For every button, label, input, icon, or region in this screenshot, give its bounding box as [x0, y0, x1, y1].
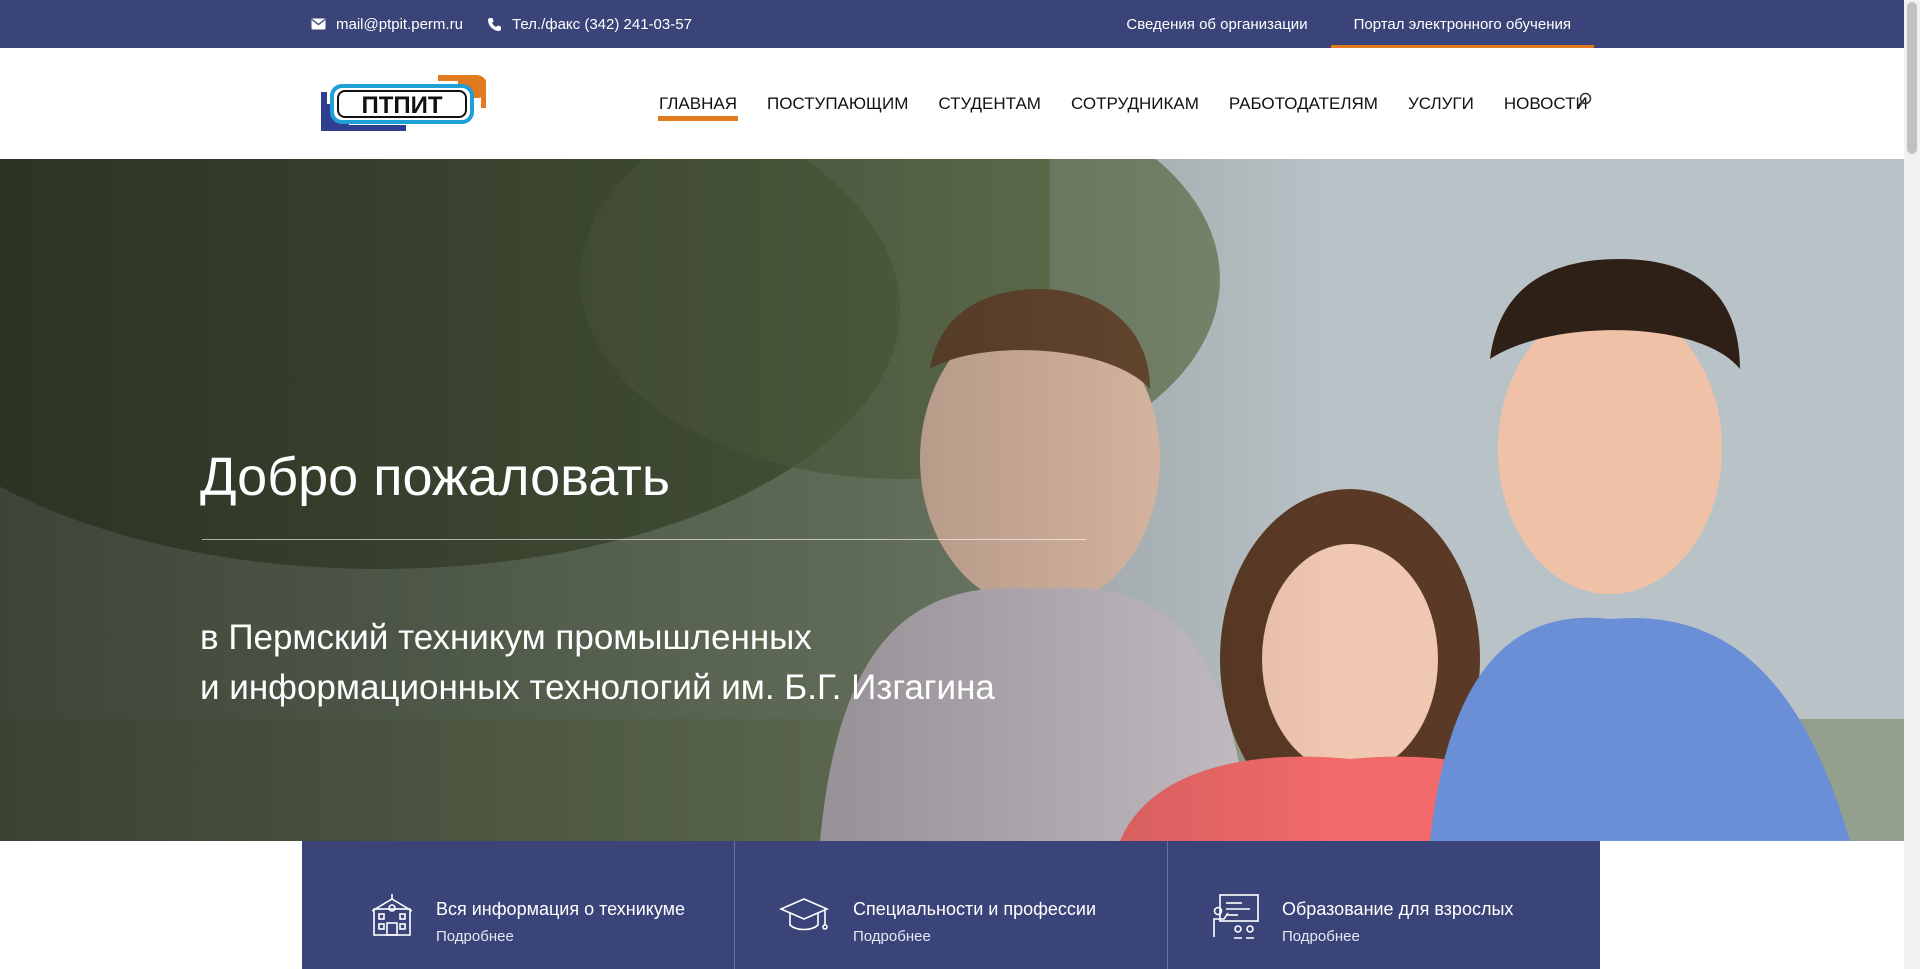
hero-divider [202, 539, 1086, 540]
hero-banner: Добро пожаловать в Пермский техникум про… [0, 159, 1904, 841]
email-text[interactable]: mail@ptpit.perm.ru [336, 16, 463, 33]
nav-item-students[interactable]: СТУДЕНТАМ [923, 48, 1056, 159]
card-adult-education-more[interactable]: Подробнее [1282, 928, 1360, 945]
card-about[interactable]: Вся информация о техникуме Подробнее [302, 841, 735, 969]
phone-icon [487, 17, 502, 32]
nav-item-services[interactable]: УСЛУГИ [1393, 48, 1489, 159]
card-adult-education-title: Образование для взрослых [1282, 899, 1514, 919]
top-links: Сведения об организации Портал электронн… [1103, 0, 1594, 48]
hero-subtitle-line-1: в Пермский техникум промышленных [200, 618, 812, 657]
envelope-icon [311, 18, 326, 30]
nav-item-employers[interactable]: РАБОТОДАТЕЛЯМ [1214, 48, 1393, 159]
search-icon[interactable] [1576, 92, 1592, 113]
nav-item-staff[interactable]: СОТРУДНИКАМ [1056, 48, 1214, 159]
school-building-icon [370, 893, 414, 942]
card-specialties-more[interactable]: Подробнее [853, 928, 931, 945]
hero-subtitle-line-2: и информационных технологий им. Б.Г. Изг… [200, 668, 995, 707]
email-contact[interactable]: mail@ptpit.perm.ru [311, 0, 463, 48]
logo[interactable]: ПТПИТ [318, 74, 487, 132]
card-specialties[interactable]: Специальности и профессии Подробнее [735, 841, 1168, 969]
page-scrollbar[interactable] [1904, 0, 1920, 969]
link-e-learning-portal[interactable]: Портал электронного обучения [1330, 0, 1594, 48]
card-adult-education[interactable]: Образование для взрослых Подробнее [1168, 841, 1600, 969]
main-nav: ГЛАВНАЯ ПОСТУПАЮЩИМ СТУДЕНТАМ СОТРУДНИКА… [644, 48, 1603, 159]
nav-item-home[interactable]: ГЛАВНАЯ [644, 48, 752, 159]
nav-item-applicants[interactable]: ПОСТУПАЮЩИМ [752, 48, 923, 159]
link-organization-info[interactable]: Сведения об организации [1103, 0, 1330, 48]
info-cards: Вся информация о техникуме Подробнее Спе… [302, 841, 1600, 969]
scrollbar-thumb[interactable] [1907, 2, 1917, 154]
phone-text: Тел./факс (342) 241-03-57 [512, 15, 692, 33]
svg-text:ПТПИТ: ПТПИТ [361, 92, 442, 119]
hero-subtitle: в Пермский техникум промышленных и инфор… [200, 613, 995, 713]
teacher-board-icon [1212, 893, 1260, 944]
hero-title: Добро пожаловать [200, 447, 670, 507]
card-about-more[interactable]: Подробнее [436, 928, 514, 945]
top-bar: mail@ptpit.perm.ru Тел./факс (342) 241-0… [0, 0, 1904, 48]
graduation-cap-icon [778, 893, 830, 942]
card-about-title: Вся информация о техникуме [436, 899, 686, 919]
phone-contact: Тел./факс (342) 241-03-57 [487, 0, 692, 48]
card-specialties-title: Специальности и профессии [853, 899, 1097, 919]
header: ПТПИТ ГЛАВНАЯ ПОСТУПАЮЩИМ СТУДЕНТАМ СОТР… [0, 48, 1904, 159]
